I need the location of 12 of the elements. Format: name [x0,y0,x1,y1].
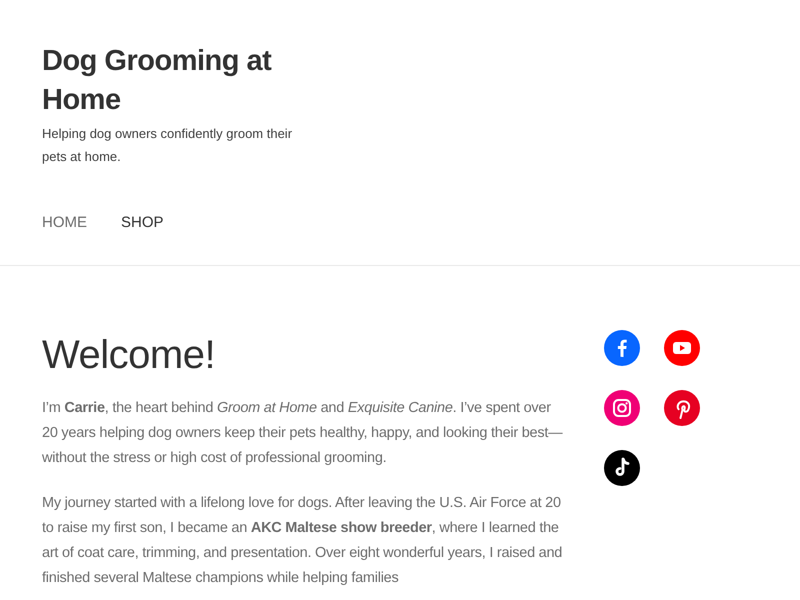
site-tagline: Helping dog owners confidently groom their pets at home. [42,125,294,166]
letter-f-icon[interactable] [604,330,640,366]
site-title[interactable]: Dog Grooming at Home [42,42,312,120]
nav-link[interactable]: HOME [42,212,87,234]
camera-icon[interactable] [604,390,640,426]
paragraph: I’m Carrie, the heart behind Groom at Home and Exquisite Canine. I’ve spent over 20 years helping dog owners keep their pets healthy, happy, and looking their best—without the stress or high cost of professional grooming. [42,399,564,468]
music-note-icon[interactable] [604,450,640,486]
play-icon[interactable] [664,330,700,366]
nav-link[interactable]: SHOP [121,212,164,234]
letter-p-icon[interactable] [664,390,700,426]
page-heading: Welcome! [42,332,216,379]
paragraph: My journey started with a lifelong love for dogs. After leaving the U.S. Air Force at 20 to raise my first son, I became an AKC Maltese show breeder, where I learned the art of coat care, trimming, and presentation. Over eight wonderful years, I raised and finished several Maltese champions while helping families [42,494,564,588]
